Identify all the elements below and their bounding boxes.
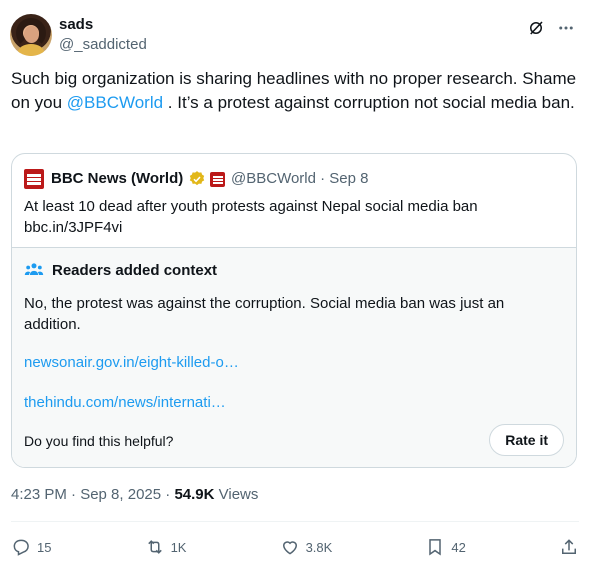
context-title: Readers added context: [52, 261, 218, 279]
context-body: No, the protest was against the corrupti…: [24, 295, 505, 333]
bbc-avatar[interactable]: [24, 169, 44, 189]
rate-it-button[interactable]: Rate it: [489, 424, 564, 456]
people-icon: [24, 263, 44, 275]
reply-button[interactable]: 15: [11, 537, 51, 557]
divider: [11, 521, 579, 522]
bookmark-button[interactable]: 42: [425, 537, 466, 557]
quoted-tweet[interactable]: BBC News (World) @BBCWorld · Sep 8 At le…: [11, 153, 577, 468]
like-button[interactable]: 3.8K: [280, 537, 332, 557]
helpful-question: Do you find this helpful?: [24, 433, 174, 449]
quoted-meta: @BBCWorld · Sep 8: [231, 170, 369, 187]
author-handle[interactable]: @_saddicted: [59, 36, 147, 53]
verified-badge-icon: [189, 171, 205, 186]
timestamp: 4:23 PM · Sep 8, 2025 · 54.9K Views: [11, 486, 259, 503]
tweet-header: sads @_saddicted: [10, 14, 580, 58]
grok-icon[interactable]: [526, 18, 546, 38]
tweet-text: Such big organization is sharing headlin…: [11, 69, 577, 112]
reply-icon: [13, 539, 29, 556]
bbc-affiliate-icon: [210, 172, 225, 187]
action-bar: 15 1K 3.8K 42: [11, 534, 579, 560]
more-options-icon[interactable]: [556, 18, 576, 38]
context-link-1[interactable]: newsonair.gov.in/eight-killed-o…: [24, 354, 239, 371]
quoted-author-name[interactable]: BBC News (World): [51, 170, 183, 187]
repost-icon: [147, 540, 162, 554]
context-link-2[interactable]: thehindu.com/news/internati…: [24, 394, 226, 411]
avatar[interactable]: [10, 14, 52, 56]
mention-link[interactable]: @BBCWorld: [67, 93, 163, 112]
views-count: 54.9K: [174, 486, 215, 503]
share-button[interactable]: [559, 537, 579, 557]
quoted-text: At least 10 dead after youth protests ag…: [24, 198, 478, 236]
share-icon: [561, 539, 576, 554]
author-name[interactable]: sads: [59, 16, 93, 33]
repost-button[interactable]: 1K: [145, 537, 186, 557]
community-notes: Readers added context No, the protest wa…: [12, 247, 576, 467]
bookmark-icon: [429, 539, 442, 556]
heart-icon: [282, 541, 297, 555]
